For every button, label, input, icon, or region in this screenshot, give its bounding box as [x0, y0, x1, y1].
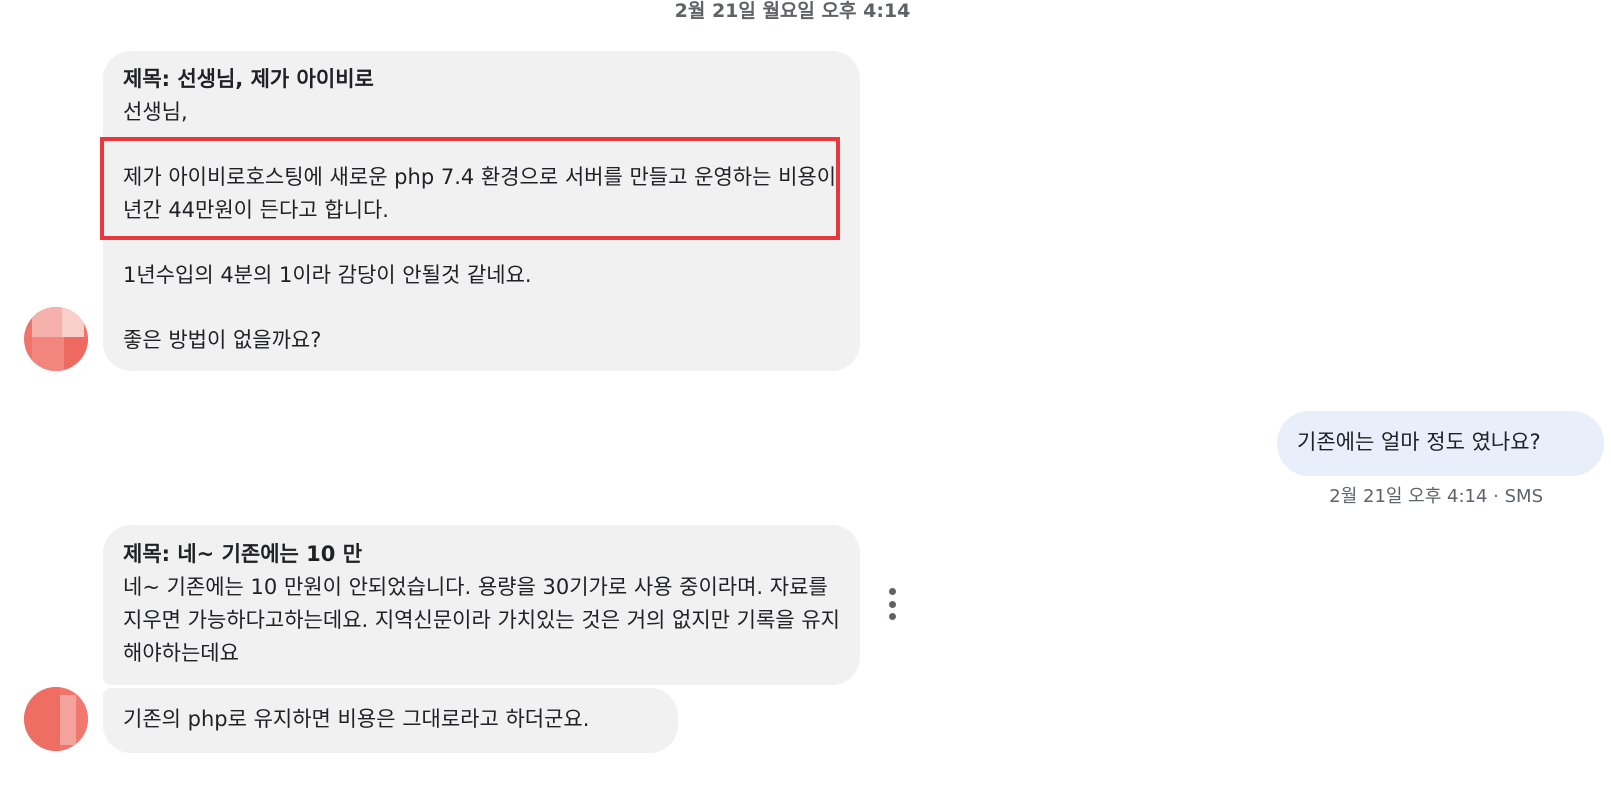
message-bubble-outgoing[interactable]: 기존에는 얼마 정도 였나요? — [1277, 411, 1604, 476]
message-greeting: 선생님, — [123, 100, 188, 124]
avatar[interactable] — [24, 687, 88, 751]
date-header: 2월 21일 월요일 오후 4:14 — [674, 0, 911, 22]
message-paragraph: 좋은 방법이 없을까요? — [123, 328, 322, 352]
message-subject: 제목: 선생님, 제가 아이비로 — [123, 67, 374, 91]
message-paragraph-highlighted: 제가 아이비로호스팅에 새로운 php 7.4 환경으로 서버를 만들고 운영하… — [123, 165, 837, 222]
message-text: 기존의 php로 유지하면 비용은 그대로라고 하더군요. — [123, 707, 590, 731]
message-bubble-incoming[interactable]: 기존의 php로 유지하면 비용은 그대로라고 하더군요. — [103, 688, 678, 753]
message-subject: 제목: 네~ 기존에는 10 만 — [123, 542, 363, 566]
kebab-dot — [888, 588, 896, 595]
message-bubble-incoming[interactable]: 제목: 선생님, 제가 아이비로 선생님, 제가 아이비로호스팅에 새로운 ph… — [103, 51, 860, 371]
message-text: 기존에는 얼마 정도 였나요? — [1297, 430, 1541, 454]
message-bubble-incoming[interactable]: 제목: 네~ 기존에는 10 만 네~ 기존에는 10 만원이 안되었습니다. … — [103, 525, 860, 685]
more-vertical-icon[interactable] — [881, 588, 903, 620]
message-timestamp: 2월 21일 오후 4:14 · SMS — [1329, 486, 1543, 507]
message-paragraph: 1년수입의 4분의 1이라 감당이 안될것 같네요. — [123, 263, 532, 287]
avatar[interactable] — [24, 307, 88, 371]
kebab-dot — [888, 600, 896, 608]
kebab-dot — [888, 613, 896, 620]
message-body: 네~ 기존에는 10 만원이 안되었습니다. 용량을 30기가로 사용 중이라며… — [123, 575, 840, 665]
